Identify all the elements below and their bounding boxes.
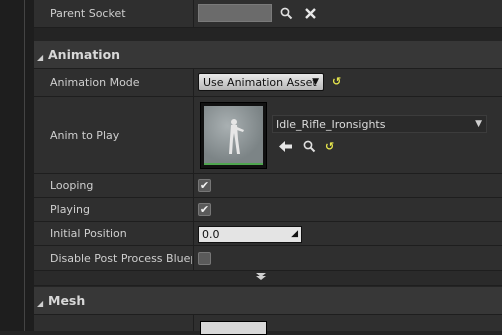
anim-asset-name: Idle_Rifle_Ironsights xyxy=(276,117,386,131)
drag-handle-icon[interactable]: ◢ xyxy=(291,229,298,239)
playing-label: Playing xyxy=(50,203,90,216)
animation-category-title: Animation xyxy=(48,47,121,62)
chevron-down-icon: ▼ xyxy=(475,119,482,129)
anim-to-play-row: Anim to Play xyxy=(34,97,502,174)
triangle-down-icon: ◢ xyxy=(37,299,44,308)
disable-post-process-row: Disable Post Process Blueprint xyxy=(34,246,502,271)
chevron-down-icon: ▼ xyxy=(312,77,319,87)
mesh-row xyxy=(34,315,502,331)
column-separator xyxy=(193,246,194,270)
column-separator xyxy=(193,97,194,173)
advanced-expander[interactable] xyxy=(34,271,502,286)
initial-position-label: Initial Position xyxy=(50,227,127,240)
mesh-category-title: Mesh xyxy=(48,293,86,308)
mesh-thumbnail[interactable] xyxy=(200,321,267,335)
animation-mode-dropdown[interactable]: Use Animation Asset ▼ xyxy=(198,73,324,91)
column-separator xyxy=(193,174,194,197)
column-separator xyxy=(193,69,194,96)
mesh-category-header[interactable]: ◢ Mesh xyxy=(34,287,502,315)
column-separator xyxy=(193,0,194,27)
disable-post-process-label: Disable Post Process Blueprint xyxy=(50,251,192,265)
looping-label: Looping xyxy=(50,179,94,192)
reset-arrow-icon[interactable]: ↺ xyxy=(332,75,341,88)
search-icon[interactable] xyxy=(301,139,317,153)
anim-asset-combo[interactable]: Idle_Rifle_Ironsights ▼ xyxy=(272,115,487,133)
left-gutter xyxy=(0,0,34,331)
looping-checkbox[interactable]: ✔ xyxy=(198,179,211,192)
gutter-line xyxy=(24,0,25,331)
initial-position-field[interactable]: 0.0 ◢ xyxy=(198,226,302,243)
animation-category-header[interactable]: ◢ Animation xyxy=(34,41,502,69)
column-separator xyxy=(193,198,194,221)
column-separator xyxy=(193,222,194,245)
arrow-left-icon[interactable] xyxy=(277,139,293,153)
animation-mode-label: Animation Mode xyxy=(50,76,140,89)
search-icon[interactable] xyxy=(278,5,294,21)
parent-socket-field[interactable] xyxy=(198,4,272,22)
anim-asset-thumbnail[interactable] xyxy=(200,102,267,169)
initial-position-value: 0.0 xyxy=(202,228,220,241)
triangle-down-icon xyxy=(255,271,267,284)
close-icon[interactable] xyxy=(302,5,318,21)
reset-arrow-icon[interactable]: ↺ xyxy=(325,140,334,153)
disable-post-process-checkbox[interactable] xyxy=(198,252,211,265)
parent-socket-label: Parent Socket xyxy=(50,7,126,20)
anim-to-play-label: Anim to Play xyxy=(50,128,120,142)
triangle-down-icon: ◢ xyxy=(37,53,44,62)
playing-checkbox[interactable]: ✔ xyxy=(198,203,211,216)
thumbnail-image xyxy=(204,106,263,165)
animation-mode-value: Use Animation Asset xyxy=(203,75,317,89)
looping-row: Looping xyxy=(34,174,502,198)
playing-row: Playing xyxy=(34,198,502,222)
column-separator xyxy=(193,315,194,331)
